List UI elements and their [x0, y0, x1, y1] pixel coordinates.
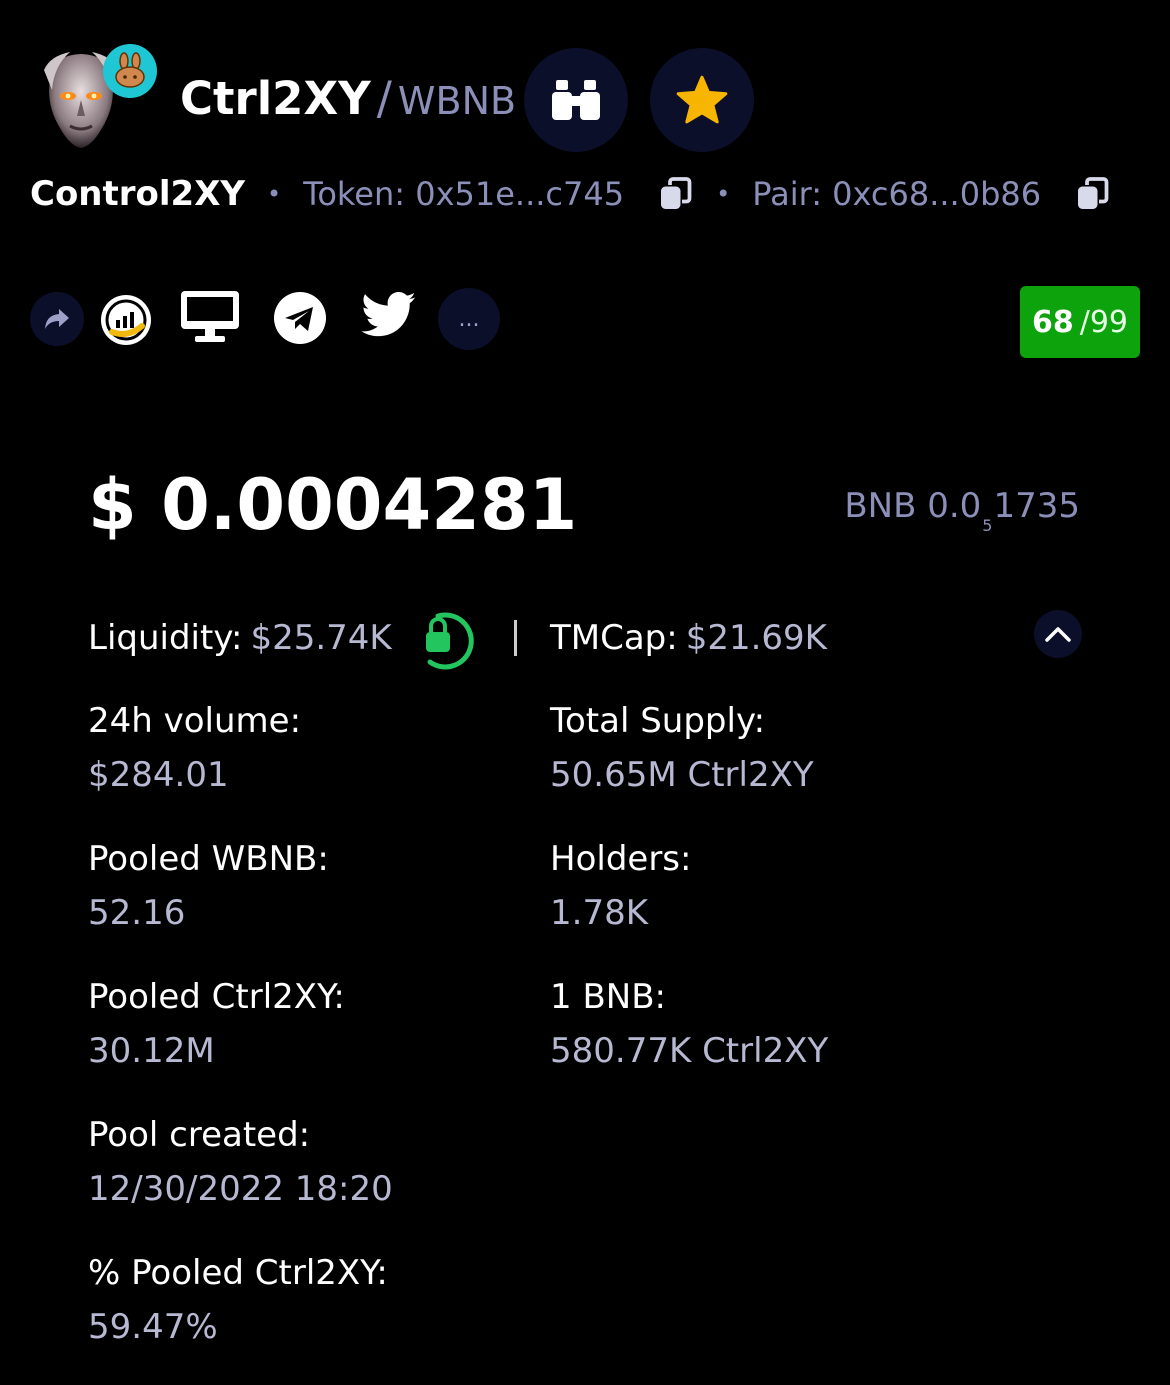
separator-dot: •: [267, 180, 282, 208]
pooled-percent-value: 59.47%: [88, 1307, 218, 1347]
pool-created-label: Pool created:: [88, 1115, 311, 1155]
share-icon: [45, 309, 69, 329]
tmcap-stat: TMCap: $21.69K: [550, 612, 827, 664]
website-icon: [181, 291, 239, 342]
liquidity-lock-status[interactable]: [414, 608, 474, 672]
stat-divider: [514, 620, 517, 656]
bnb-price-digits: 1735: [993, 486, 1080, 526]
collapse-stats-button[interactable]: [1034, 610, 1082, 658]
pooled-token-stat: Pooled Ctrl2XY: 30.12M: [88, 970, 345, 1078]
pooled-token-value: 30.12M: [88, 1031, 215, 1071]
pool-created-stat: Pool created: 12/30/2022 18:20: [88, 1108, 393, 1216]
tmcap-value: $21.69K: [685, 618, 827, 658]
score-value: 68: [1031, 304, 1074, 340]
share-button[interactable]: [30, 292, 84, 346]
holders-value: 1.78K: [550, 893, 648, 933]
pair-address[interactable]: Pair: 0xc68...0b86: [752, 175, 1041, 213]
copy-icon[interactable]: [1075, 176, 1111, 212]
chevron-up-icon: [1045, 627, 1071, 642]
volume-stat: 24h volume: $284.01: [88, 694, 301, 802]
twitter-link[interactable]: [360, 290, 418, 340]
bnb-price: BNB 0.051735: [844, 486, 1080, 535]
lock-icon: [426, 612, 474, 670]
telegram-link[interactable]: [272, 290, 328, 346]
token-info-row: Control2XY • Token: 0x51e...c745 • Pair:…: [30, 170, 1111, 218]
pancakeswap-icon: [103, 44, 157, 98]
rate-stat: 1 BNB: 580.77K Ctrl2XY: [550, 970, 828, 1078]
holders-label: Holders:: [550, 839, 692, 879]
supply-value: 50.65M Ctrl2XY: [550, 755, 814, 795]
usd-price: $ 0.0004281: [88, 464, 578, 546]
trust-score-badge[interactable]: 68/99: [1020, 286, 1140, 358]
more-label: ...: [458, 306, 480, 332]
more-links-button[interactable]: ...: [438, 288, 500, 350]
bnb-price-zero-count: 5: [982, 516, 993, 535]
liquidity-value: $25.74K: [250, 618, 392, 658]
pool-created-value: 12/30/2022 18:20: [88, 1169, 393, 1209]
volume-value: $284.01: [88, 755, 229, 795]
separator-dot: •: [716, 180, 731, 208]
pair-separator: /: [376, 72, 392, 125]
supply-label: Total Supply:: [550, 701, 766, 741]
watch-button[interactable]: [524, 48, 628, 152]
rate-value: 580.77K Ctrl2XY: [550, 1031, 829, 1071]
token-name: Control2XY: [30, 174, 246, 214]
pooled-wbnb-value: 52.16: [88, 893, 186, 933]
rate-label: 1 BNB:: [550, 977, 666, 1017]
tmcap-label: TMCap:: [550, 618, 678, 658]
pair-title: Ctrl2XY / WBNB: [180, 72, 516, 125]
supply-stat: Total Supply: 50.65M Ctrl2XY: [550, 694, 814, 802]
copy-icon[interactable]: [658, 176, 694, 212]
pooled-token-label: Pooled Ctrl2XY:: [88, 977, 345, 1017]
score-max: /99: [1079, 304, 1129, 340]
quote-symbol: WBNB: [397, 79, 517, 123]
bnb-price-prefix: BNB 0.0: [844, 486, 982, 526]
holders-stat: Holders: 1.78K: [550, 832, 691, 940]
coinmarketcap-link[interactable]: [98, 292, 154, 348]
liquidity-label: Liquidity:: [88, 618, 243, 658]
coinmarketcap-icon: [101, 295, 151, 345]
liquidity-stat: Liquidity: $25.74K: [88, 612, 392, 664]
pooled-wbnb-label: Pooled WBNB:: [88, 839, 329, 879]
volume-label: 24h volume:: [88, 701, 302, 741]
pooled-percent-stat: % Pooled Ctrl2XY: 59.47%: [88, 1246, 388, 1354]
star-icon: [676, 75, 728, 124]
pooled-percent-label: % Pooled Ctrl2XY:: [88, 1253, 388, 1293]
pooled-wbnb-stat: Pooled WBNB: 52.16: [88, 832, 329, 940]
token-address[interactable]: Token: 0x51e...c745: [303, 175, 624, 213]
favorite-button[interactable]: [650, 48, 754, 152]
twitter-icon: [361, 292, 416, 337]
binoculars-icon: [552, 80, 600, 120]
website-link[interactable]: [178, 288, 242, 344]
token-symbol: Ctrl2XY: [180, 72, 371, 125]
telegram-icon: [274, 292, 326, 344]
token-header: Ctrl2XY / WBNB Control2XY • Token: 0x51e..…: [0, 0, 1170, 240]
